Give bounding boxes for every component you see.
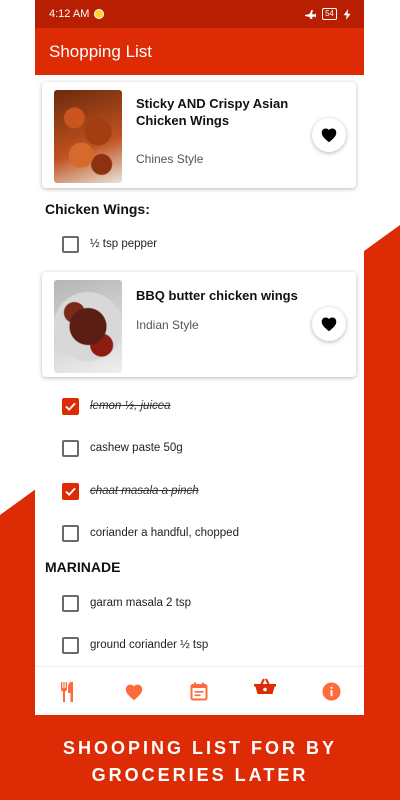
checkbox-unchecked[interactable] [62,594,79,612]
list-item[interactable]: coriander a handful, chopped [62,521,354,545]
nav-shopping-list[interactable] [250,672,280,702]
section-heading-marinade: MARINADE [45,559,121,575]
status-bar: 4:12 AM 54 [35,0,364,28]
item-label: ½ tsp pepper [90,238,158,250]
checkbox-checked[interactable] [62,482,79,500]
check-icon [65,487,76,496]
check-icon [65,402,76,411]
promo-caption: SHOOPING LIST FOR BY GROCERIES LATER [0,735,400,789]
recipe-title: Sticky AND Crispy Asian Chicken Wings [136,96,289,128]
recipe-card-1[interactable]: Sticky AND Crispy Asian Chicken Wings Ch… [42,82,356,188]
item-label: garam masala 2 tsp [90,597,191,609]
charging-icon [343,8,351,20]
list-item[interactable]: cashew paste 50g [62,436,354,460]
item-label: chaat masala a pinch [90,485,199,497]
recipe-image [54,280,122,373]
notification-icon [94,9,105,19]
recipe-subtitle: Indian Style [136,318,199,332]
nav-recipes[interactable] [53,677,83,707]
airplane-icon [305,10,317,19]
heart-icon [321,317,337,332]
favorite-button[interactable] [312,307,346,341]
favorite-button[interactable] [312,118,346,152]
heart-icon [321,128,337,143]
calendar-icon [190,682,208,701]
recipe-subtitle: Chines Style [136,152,204,166]
item-label: lemon ½, juicea [90,400,171,412]
item-label: coriander a handful, chopped [90,527,239,539]
nav-info[interactable] [316,677,346,707]
recipe-title: BBQ butter chicken wings [136,288,298,303]
bottom-navigation [35,666,364,715]
checkbox-unchecked[interactable] [62,235,79,253]
checkbox-unchecked[interactable] [62,636,79,654]
list-item[interactable]: ground coriander ½ tsp [62,633,354,657]
page-title: Shopping List [49,41,153,61]
caption-line-1: SHOOPING LIST FOR BY [62,738,337,758]
list-item[interactable]: chaat masala a pinch [62,479,354,503]
recipe-card-2[interactable]: BBQ butter chicken wings Indian Style [42,272,356,377]
phone-screen: 4:12 AM 54 Shopping List Sticky AND Cris… [35,0,364,715]
nav-favorites[interactable] [119,677,149,707]
recipe-image [54,90,122,183]
section-heading-chicken-wings: Chicken Wings: [45,201,150,217]
list-item[interactable]: garam masala 2 tsp [62,591,354,615]
list-item[interactable]: lemon ½, juicea [62,394,354,418]
item-label: ground coriander ½ tsp [90,639,209,651]
battery-icon: 54 [322,8,337,20]
caption-line-2: GROCERIES LATER [91,765,309,785]
app-bar: Shopping List [35,28,364,75]
checkbox-unchecked[interactable] [62,439,79,457]
heart-icon [125,684,142,700]
nav-meal-plan[interactable] [184,677,214,707]
info-icon [322,682,341,701]
checkbox-checked[interactable] [62,397,79,415]
restaurant-icon [60,681,73,702]
checkbox-unchecked[interactable] [62,524,79,542]
item-label: cashew paste 50g [90,442,183,454]
status-time: 4:12 AM [49,8,90,20]
list-item[interactable]: ½ tsp pepper [62,232,354,256]
basket-icon [254,678,277,694]
